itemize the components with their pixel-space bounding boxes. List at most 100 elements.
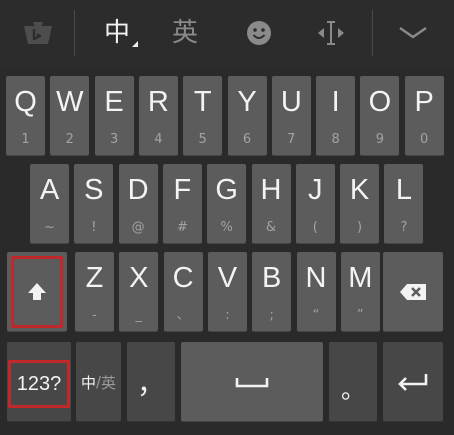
key-o[interactable]: O9: [360, 76, 400, 156]
key-letter: V: [217, 262, 238, 294]
cursor-move-icon: [318, 21, 344, 45]
chinese-mode-button[interactable]: 中: [92, 8, 142, 58]
key-letter: H: [260, 174, 282, 206]
key-l[interactable]: L?: [384, 164, 424, 244]
key-secondary-symbol: 6: [242, 132, 252, 147]
bing-logo-button[interactable]: [10, 8, 66, 58]
key-letter: Y: [237, 86, 257, 118]
key-secondary-symbol: 7: [287, 132, 296, 147]
key-letter: M: [348, 262, 373, 294]
collapse-keyboard-button[interactable]: [388, 8, 438, 58]
key-secondary-symbol: _: [135, 308, 143, 323]
key-letter: W: [56, 86, 84, 118]
period-key[interactable]: 。: [329, 342, 377, 422]
key-y[interactable]: Y6: [227, 76, 267, 156]
active-indicator: [132, 41, 138, 47]
backspace-key[interactable]: [383, 252, 443, 332]
switch-en-label: 英: [101, 373, 117, 392]
key-letter: F: [173, 174, 192, 206]
shift-arrow-icon: [28, 283, 46, 300]
numeric-highlight: 123?: [8, 360, 70, 408]
enter-icon: [398, 374, 428, 391]
key-z[interactable]: Z-: [75, 252, 114, 332]
key-p[interactable]: P0: [404, 76, 444, 156]
key-i[interactable]: I8: [316, 76, 356, 156]
key-secondary-symbol: ): [357, 220, 363, 235]
chevron-down-icon: [399, 27, 427, 39]
key-k[interactable]: K): [340, 164, 380, 244]
key-letter: D: [127, 174, 149, 206]
key-v[interactable]: V:: [207, 252, 247, 332]
keyboard-toolbar: 中 英: [0, 0, 454, 66]
comma-label: ，: [136, 367, 165, 400]
key-letter: N: [305, 262, 327, 294]
key-secondary-symbol: (: [312, 220, 318, 235]
key-letter: X: [129, 262, 149, 294]
key-secondary-symbol: ”: [356, 308, 364, 323]
key-b[interactable]: B;: [252, 252, 292, 332]
key-letter: Z: [85, 262, 104, 294]
key-letter: A: [39, 174, 60, 206]
key-g[interactable]: G%: [207, 164, 247, 244]
key-e[interactable]: E3: [94, 76, 134, 156]
key-t[interactable]: T5: [183, 76, 223, 156]
key-d[interactable]: D @: [118, 164, 158, 244]
bing-logo-icon: [24, 22, 52, 44]
key-n[interactable]: N “: [296, 252, 336, 332]
period-label: 。: [341, 375, 365, 404]
key-secondary-symbol: 5: [198, 132, 207, 147]
key-j[interactable]: J(: [295, 164, 335, 244]
key-letter: C: [172, 262, 194, 294]
key-secondary-symbol: -: [92, 308, 97, 323]
key-letter: O: [368, 86, 392, 118]
key-r[interactable]: R4: [138, 76, 178, 156]
shift-highlight: [7, 252, 67, 332]
key-secondary-symbol: 8: [331, 132, 340, 147]
space-bar-icon: [235, 378, 269, 388]
key-secondary-symbol: ;: [269, 308, 274, 323]
key-letter: G: [215, 174, 238, 206]
key-letter: I: [331, 86, 340, 118]
switch-zh-label: 中: [80, 373, 96, 392]
chinese-mode-label: 中: [103, 18, 130, 48]
english-mode-button[interactable]: 英: [160, 8, 210, 58]
key-a[interactable]: A ~: [30, 164, 69, 244]
smiley-icon: [247, 21, 271, 45]
key-secondary-symbol: @: [131, 220, 145, 235]
enter-key[interactable]: [383, 342, 443, 422]
comma-key[interactable]: ，: [127, 342, 175, 422]
key-q[interactable]: Q1: [6, 76, 45, 156]
key-secondary-symbol: 9: [375, 132, 385, 147]
backspace-icon: [400, 284, 426, 300]
key-x[interactable]: X _: [119, 252, 159, 332]
toolbar-divider: [74, 10, 75, 56]
toolbar-divider: [372, 10, 373, 56]
numeric-label: 123?: [16, 372, 62, 395]
key-h[interactable]: H &: [251, 164, 291, 244]
key-m[interactable]: M”: [340, 252, 380, 332]
key-secondary-symbol: 2: [65, 132, 74, 147]
key-w[interactable]: W2: [50, 76, 90, 156]
key-letter: J: [308, 174, 323, 206]
key-secondary-symbol: #: [176, 220, 188, 235]
key-secondary-symbol: 4: [154, 132, 163, 147]
key-secondary-symbol: 0: [420, 132, 429, 147]
cursor-control-button[interactable]: [306, 8, 356, 58]
key-letter: E: [104, 86, 124, 118]
key-f[interactable]: F #: [162, 164, 202, 244]
key-s[interactable]: S!: [74, 164, 114, 244]
key-secondary-symbol: &: [265, 220, 277, 235]
numeric-symbols-key[interactable]: 123?: [7, 342, 71, 422]
key-letter: T: [193, 86, 212, 118]
shift-key[interactable]: [7, 252, 67, 332]
key-u[interactable]: U7: [271, 76, 311, 156]
key-c[interactable]: C、: [163, 252, 203, 332]
key-letter: U: [280, 86, 302, 118]
key-secondary-symbol: 、: [176, 308, 190, 323]
language-switch-key[interactable]: 中 / 英: [76, 342, 121, 422]
key-secondary-symbol: ~: [44, 220, 55, 235]
space-key[interactable]: [181, 342, 323, 422]
key-letter: Q: [14, 86, 37, 118]
emoji-button[interactable]: [234, 8, 284, 58]
key-secondary-symbol: 3: [109, 132, 119, 147]
